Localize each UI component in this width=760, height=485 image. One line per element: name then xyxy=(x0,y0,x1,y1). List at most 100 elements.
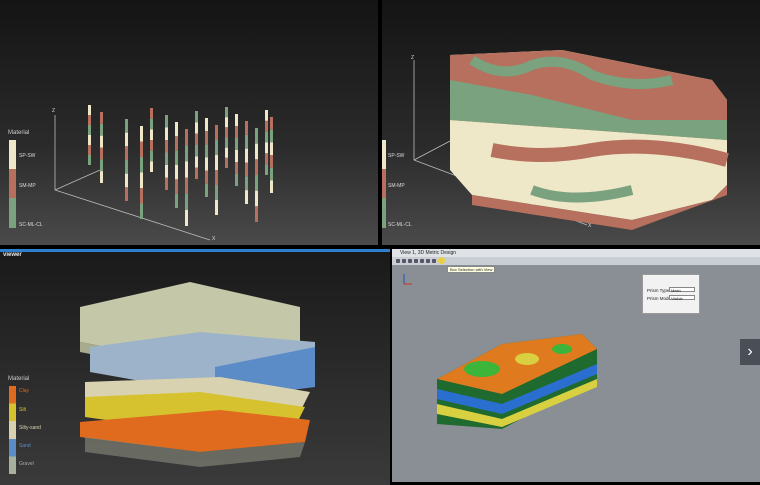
borehole-segment xyxy=(235,162,238,174)
borehole-segment xyxy=(265,142,268,154)
borehole-segment xyxy=(265,120,268,132)
borehole-viewport[interactable]: Z X Material SP-SW SM-MP SC-ML-CL xyxy=(0,0,378,245)
borehole-segment xyxy=(265,164,268,175)
toolbar-pan-icon[interactable] xyxy=(420,259,424,263)
borehole-canvas xyxy=(54,105,273,241)
borehole-segment xyxy=(245,162,248,177)
legend-title: Material xyxy=(8,130,30,136)
borehole-segment xyxy=(125,187,128,201)
block-model-canvas xyxy=(413,50,729,230)
borehole-segment xyxy=(195,145,198,157)
legend-title: Material xyxy=(8,376,30,382)
borehole-segment xyxy=(235,150,238,162)
viewer-title: viewer xyxy=(3,252,22,258)
borehole-segment xyxy=(185,145,188,162)
borehole-segment xyxy=(195,133,198,145)
borehole-segment xyxy=(165,165,168,178)
borehole-segment xyxy=(88,115,91,125)
layer-canvas xyxy=(80,282,315,467)
borehole-segment xyxy=(140,172,143,188)
borehole-segment xyxy=(165,140,168,153)
borehole-segment xyxy=(165,127,168,140)
borehole-segment xyxy=(100,159,103,172)
next-button[interactable]: › xyxy=(740,339,760,365)
borehole-segment xyxy=(205,170,208,184)
borehole-segment xyxy=(100,123,103,136)
borehole-segment xyxy=(88,155,91,165)
toolbar-zoom-icon[interactable] xyxy=(426,259,430,263)
axis-x-label: X xyxy=(588,223,592,229)
borehole-segment xyxy=(225,107,228,118)
block-model-viewport[interactable]: Z X SP-SW SM-MP SC-ML-CL xyxy=(382,0,760,245)
borehole-segment xyxy=(185,129,188,146)
borehole-segment xyxy=(165,177,168,190)
borehole-segment xyxy=(100,112,103,124)
legend-item-silt: Silt xyxy=(19,407,26,413)
axis-z-label: Z xyxy=(52,108,56,114)
borehole-segment xyxy=(205,157,208,171)
legend-colorbar xyxy=(382,140,386,228)
borehole-segment xyxy=(165,152,168,165)
borehole-segment xyxy=(270,117,273,130)
borehole-segment xyxy=(125,160,128,174)
borehole-segment xyxy=(88,105,91,115)
borehole-segment xyxy=(225,147,228,158)
app-window[interactable]: View 1, 3D Metric Design Box Selection w… xyxy=(392,249,760,482)
borehole-segment xyxy=(175,193,178,208)
borehole-segment xyxy=(215,155,218,170)
legend-item-sc-ml-cl: SC-ML-CL xyxy=(19,222,43,228)
borehole-segment xyxy=(185,209,188,226)
borehole-segment xyxy=(195,167,198,179)
toolbar-fit-icon[interactable] xyxy=(432,259,436,263)
borehole-segment xyxy=(245,176,248,191)
toolbar-rotate-icon[interactable] xyxy=(414,259,418,263)
borehole-segment xyxy=(185,177,188,194)
borehole-segment xyxy=(255,206,258,222)
layer-viewer[interactable]: viewer Material Clay Silt Silty-sand San… xyxy=(0,249,390,485)
prism-mode-select[interactable]: Visible xyxy=(669,295,695,301)
borehole-segment xyxy=(100,147,103,160)
prism-type-select[interactable]: Mesh xyxy=(669,287,695,293)
borehole-segment xyxy=(205,131,208,145)
toolbar-save-icon[interactable] xyxy=(408,259,412,263)
borehole-segment xyxy=(235,174,238,186)
legend-item-sp-sw: SP-SW xyxy=(19,153,36,159)
borehole-segment xyxy=(215,185,218,200)
borehole-segment xyxy=(245,134,248,149)
legend-item-sand: Sand xyxy=(19,443,31,449)
borehole-segment xyxy=(265,153,268,165)
borehole-segment xyxy=(235,138,238,150)
borehole-segment xyxy=(245,190,248,204)
legend-item-sc-ml-cl: SC-ML-CL xyxy=(388,222,412,228)
borehole-segment xyxy=(245,148,248,163)
toolbar xyxy=(392,257,760,265)
legend-item-sm-mp: SM-MP xyxy=(19,183,36,189)
borehole-segment xyxy=(225,117,228,128)
borehole-segment xyxy=(255,128,258,144)
borehole-segment xyxy=(270,180,273,193)
borehole-segment xyxy=(255,159,258,175)
borehole-segment xyxy=(140,141,143,157)
borehole-segment xyxy=(140,157,143,173)
legend-colorbar xyxy=(9,140,16,228)
box-selection-icon[interactable] xyxy=(438,257,445,264)
borehole-segment xyxy=(225,127,228,138)
legend-item-gravel: Gravel xyxy=(19,461,34,467)
legend-item-sm-mp: SM-MP xyxy=(388,183,405,189)
borehole-segment xyxy=(205,118,208,132)
borehole-segment xyxy=(150,140,153,151)
model-canvas xyxy=(403,274,597,429)
borehole-segment xyxy=(140,188,143,204)
borehole-segment xyxy=(235,114,238,126)
borehole-segment xyxy=(195,156,198,168)
borehole-segment xyxy=(255,143,258,160)
legend-item-sp-sw: SP-SW xyxy=(388,153,405,159)
borehole-segment xyxy=(255,190,258,207)
borehole-segment xyxy=(265,110,268,121)
toolbar-open-icon[interactable] xyxy=(402,259,406,263)
axis-z-label: Z xyxy=(411,55,415,61)
borehole-segment xyxy=(175,165,178,180)
borehole-segment xyxy=(150,118,153,130)
toolbar-new-icon[interactable] xyxy=(396,259,400,263)
borehole-segment xyxy=(215,140,218,155)
